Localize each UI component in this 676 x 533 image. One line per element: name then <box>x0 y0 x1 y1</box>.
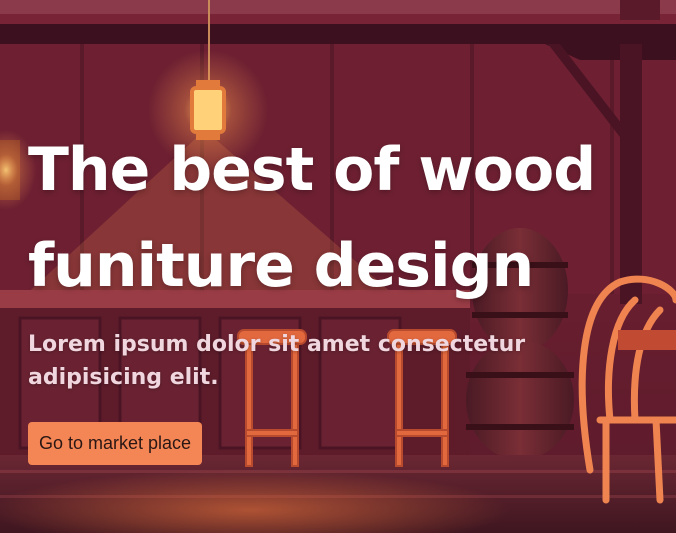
go-to-market-place-button[interactable]: Go to market place <box>28 422 203 465</box>
hero-headline: The best of wood funiture design <box>28 122 628 314</box>
hero-section: The best of wood funiture design Lorem i… <box>0 0 676 533</box>
headline-line-1: The best of wood <box>28 135 596 205</box>
hero-content: The best of wood funiture design Lorem i… <box>28 122 628 394</box>
headline-line-2: funiture design <box>28 231 534 301</box>
hero-subtext: Lorem ipsum dolor sit amet consectetur a… <box>28 332 526 390</box>
